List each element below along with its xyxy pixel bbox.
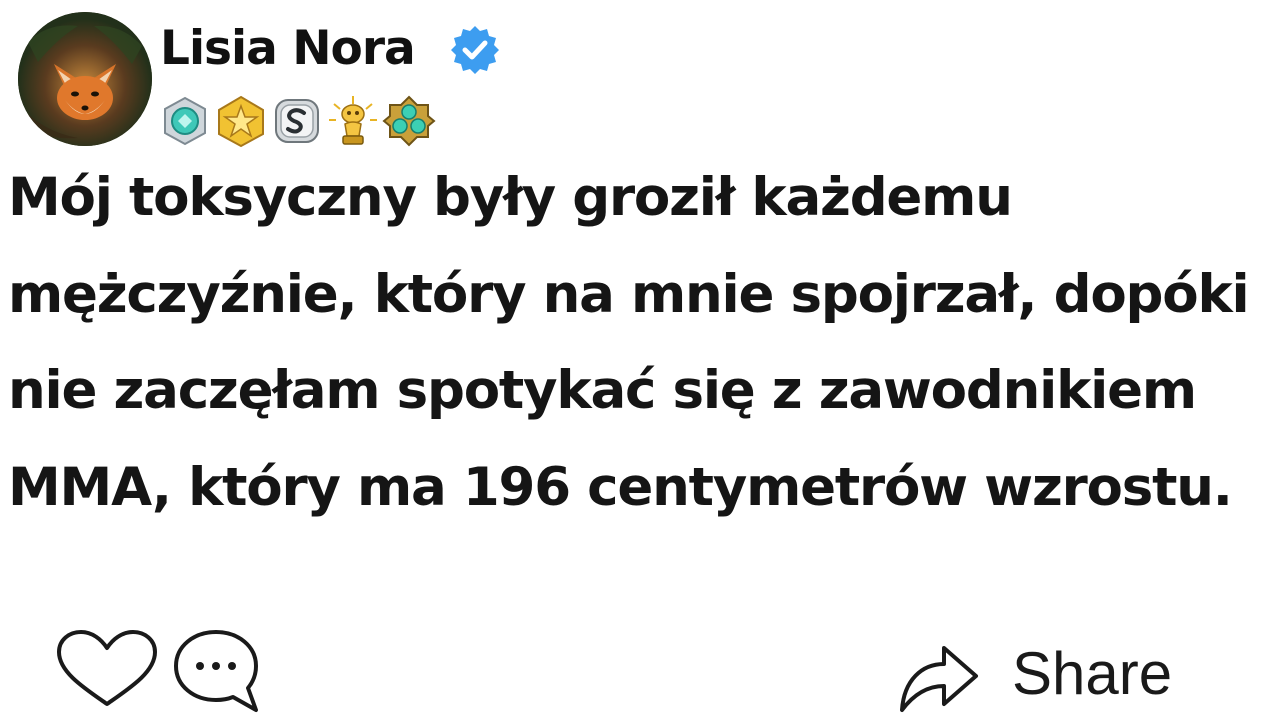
share-arrow-icon [900,646,978,712]
share-label: Share [1012,640,1173,707]
heart-outline-icon[interactable] [54,628,160,708]
post-body-text: Mój toksyczny były groził każdemu mężczy… [8,167,1250,518]
gold-clover-gem-badge-icon[interactable] [382,94,436,148]
golden-trophy-figure-badge-icon[interactable] [326,94,380,148]
silver-gem-badge-icon[interactable] [158,94,212,148]
author-name[interactable]: Lisia Nora [160,14,416,84]
speech-bubble-icon[interactable] [170,626,262,714]
verified-check-icon [451,26,499,74]
silver-s-badge-icon[interactable] [270,94,324,148]
fox-avatar-image [18,12,152,146]
award-badges [158,94,436,148]
gold-star-badge-icon[interactable] [214,94,268,148]
share-button[interactable]: Share [896,632,1172,716]
avatar[interactable] [18,12,152,146]
